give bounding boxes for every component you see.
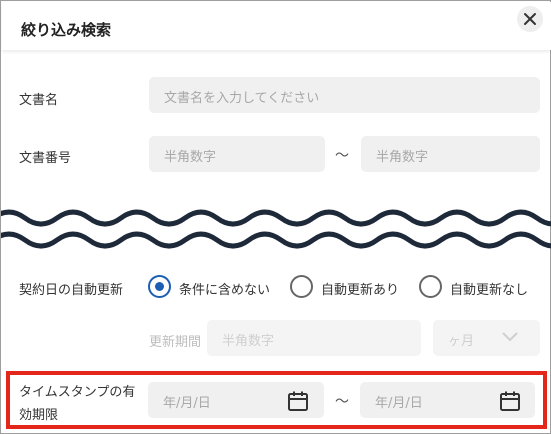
document-number-label: 文書番号 (19, 151, 72, 166)
renewal-unit-select[interactable]: ヶ月 (433, 320, 540, 356)
renewal-unit-value: ヶ月 (448, 334, 475, 349)
document-number-to-input[interactable]: 半角数字 (361, 136, 540, 172)
wavy-divider (1, 209, 551, 249)
chevron-down-icon (502, 332, 518, 342)
radio-button (290, 275, 313, 298)
document-name-input[interactable]: 文書名を入力してください (149, 77, 540, 113)
dialog-title: 絞り込み検索 (21, 21, 112, 39)
close-icon (524, 13, 536, 25)
radio-label: 自動更新なし (450, 283, 529, 298)
range-separator: 〜 (335, 148, 349, 164)
renewal-period-placeholder: 半角数字 (222, 334, 275, 349)
document-name-label: 文書名 (19, 93, 59, 108)
highlight-box (6, 371, 547, 429)
document-number-from-input[interactable]: 半角数字 (149, 136, 325, 172)
radio-dot (155, 282, 164, 291)
auto-renewal-label: 契約日の自動更新 (19, 283, 124, 298)
document-name-placeholder: 文書名を入力してください (164, 91, 320, 106)
dialog-header: 絞り込み検索 (2, 2, 551, 50)
document-number-from-placeholder: 半角数字 (164, 150, 217, 165)
renewal-period-input[interactable]: 半角数字 (207, 320, 421, 356)
radio-button (419, 275, 442, 298)
document-number-to-placeholder: 半角数字 (376, 150, 429, 165)
radio-button-checked (148, 275, 171, 298)
filter-dialog: 絞り込み検索 文書名 文書名を入力してください 文書番号 半角数字 〜 半角数字… (0, 0, 551, 434)
radio-label: 自動更新あり (321, 283, 400, 298)
close-button[interactable] (517, 6, 543, 32)
renewal-period-label: 更新期間 (149, 335, 202, 350)
radio-label: 条件に含めない (179, 283, 271, 298)
